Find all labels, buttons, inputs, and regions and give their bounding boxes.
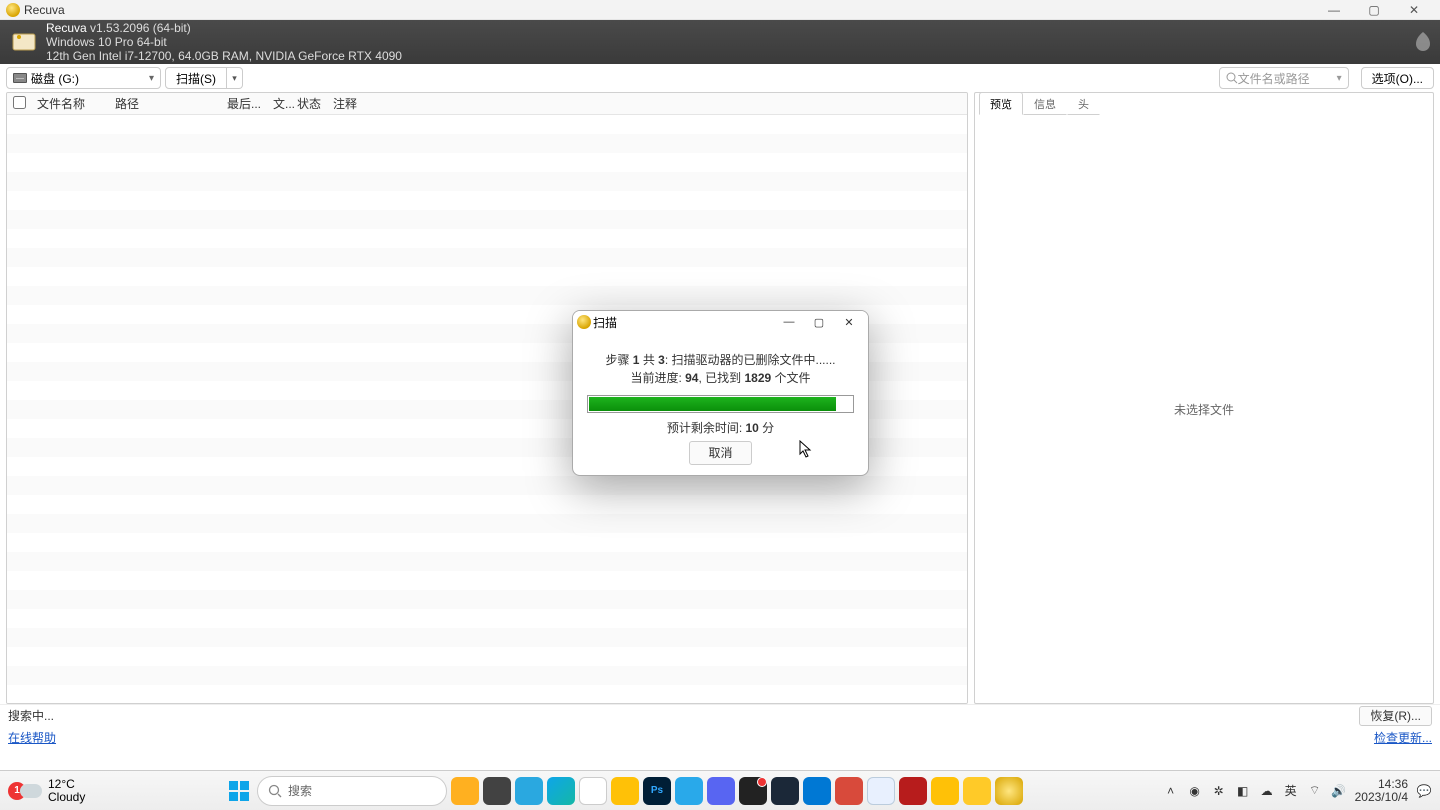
preview-empty-label: 未选择文件 (1174, 401, 1234, 418)
filter-placeholder: 文件名或路径 (1238, 70, 1310, 87)
select-all-checkbox[interactable] (13, 96, 31, 112)
window-maximize-button[interactable]: ▢ (1354, 0, 1394, 20)
weather-cond: Cloudy (48, 791, 85, 804)
window-close-button[interactable]: ✕ (1394, 0, 1434, 20)
online-help-link[interactable]: 在线帮助 (8, 729, 56, 746)
dialog-icon (577, 315, 591, 329)
check-update-link[interactable]: 检查更新... (1374, 729, 1432, 746)
brand-label: Recuva (46, 21, 87, 35)
progress-bar-fill (589, 397, 836, 411)
app-todo[interactable] (899, 777, 927, 805)
os-label: Windows 10 Pro 64-bit (46, 35, 402, 49)
dialog-titlebar: 扫描 — ▢ ✕ (573, 311, 868, 333)
col-size[interactable]: 文... (267, 95, 291, 112)
options-button[interactable]: 选项(O)... (1361, 67, 1434, 89)
start-button[interactable] (225, 777, 253, 805)
app-notes[interactable] (931, 777, 959, 805)
dialog-progress-line: 当前进度: 94, 已找到 1829 个文件 (587, 369, 854, 387)
tray-settings-icon[interactable]: ✲ (1211, 784, 1227, 798)
app-copilot[interactable] (451, 777, 479, 805)
col-path[interactable]: 路径 (109, 95, 221, 112)
bottom-links: 在线帮助 检查更新... (0, 726, 1440, 748)
scan-button[interactable]: 扫描(S) (165, 67, 227, 89)
app-chat[interactable] (515, 777, 543, 805)
drive-label: 磁盘 (G:) (31, 70, 79, 87)
app-vsc[interactable] (803, 777, 831, 805)
taskbar-search[interactable]: 搜索 (257, 776, 447, 806)
col-last[interactable]: 最后... (221, 95, 267, 112)
scan-dropdown-button[interactable]: ▾ (227, 67, 243, 89)
tab-header[interactable]: 头 (1067, 92, 1100, 115)
app-mail[interactable] (611, 777, 639, 805)
search-icon (1226, 72, 1238, 84)
chevron-down-icon: ▾ (1337, 73, 1342, 84)
status-bar: 搜索中... 恢复(R)... (0, 704, 1440, 726)
app-explorer[interactable] (963, 777, 991, 805)
tray-notifications-icon[interactable]: 💬 (1416, 784, 1432, 798)
tab-info[interactable]: 信息 (1023, 92, 1067, 115)
app-recuva[interactable] (995, 777, 1023, 805)
preview-panel: 预览 信息 头 未选择文件 (974, 92, 1434, 704)
taskbar-weather[interactable]: 1 12°C Cloudy (8, 778, 85, 804)
scan-dialog: 扫描 — ▢ ✕ 步骤 1 共 3: 扫描驱动器的已删除文件中...... 当前… (572, 310, 869, 476)
taskbar-search-placeholder: 搜索 (288, 782, 312, 799)
col-state[interactable]: 状态 (291, 95, 327, 112)
app-ps[interactable]: Ps (643, 777, 671, 805)
app-edge[interactable] (547, 777, 575, 805)
taskbar[interactable]: 1 12°C Cloudy 搜索 Ps ˄ ◉ ✲ ◧ ☁ 英 ⌔ 🔊 14:3… (0, 770, 1440, 810)
progress-bar (587, 395, 854, 413)
recuva-logo-icon (8, 26, 40, 58)
tray-wifi-icon[interactable]: ⌔ (1307, 783, 1323, 798)
preview-body: 未选择文件 (975, 115, 1433, 703)
weather-temp: 12°C (48, 778, 85, 791)
app-icon (6, 3, 20, 17)
status-text: 搜索中... (8, 707, 54, 724)
tray-volume-icon[interactable]: 🔊 (1331, 784, 1347, 798)
tray-security-icon[interactable]: ◧ (1235, 784, 1251, 798)
column-header-row: 文件名称 路径 最后... 文... 状态 注释 (7, 93, 967, 115)
drive-select[interactable]: 磁盘 (G:) ▾ (6, 67, 161, 89)
disk-icon (13, 73, 27, 83)
dialog-maximize-button[interactable]: ▢ (804, 312, 834, 332)
tray-chevron-icon[interactable]: ˄ (1163, 784, 1179, 798)
dialog-title: 扫描 (593, 314, 617, 331)
search-icon (268, 784, 282, 798)
app-files[interactable] (483, 777, 511, 805)
toolbar: 磁盘 (G:) ▾ 扫描(S) ▾ 文件名或路径 ▾ 选项(O)... (0, 64, 1440, 92)
dialog-cancel-button[interactable]: 取消 (689, 441, 751, 465)
version-label: v1.53.2096 (64-bit) (90, 21, 191, 35)
recover-button[interactable]: 恢复(R)... (1359, 706, 1432, 726)
tray-date: 2023/10/4 (1355, 791, 1408, 804)
app-steam[interactable] (771, 777, 799, 805)
tray-onedrive-icon[interactable]: ☁ (1259, 784, 1275, 798)
tray-ime-label[interactable]: 英 (1283, 782, 1299, 799)
window-minimize-button[interactable]: — (1314, 0, 1354, 20)
app-chrome[interactable] (579, 777, 607, 805)
col-name[interactable]: 文件名称 (31, 95, 109, 112)
app-discord[interactable] (707, 777, 735, 805)
filter-input[interactable]: 文件名或路径 ▾ (1219, 67, 1349, 89)
titlebar: Recuva — ▢ ✕ (0, 0, 1440, 20)
chevron-down-icon: ▾ (149, 73, 154, 84)
preview-tabs: 预览 信息 头 (975, 93, 1433, 115)
tray-clock[interactable]: 14:36 2023/10/4 (1355, 778, 1408, 804)
dialog-minimize-button[interactable]: — (774, 312, 804, 332)
app-telegram[interactable] (675, 777, 703, 805)
app-snip[interactable] (835, 777, 863, 805)
tray-time: 14:36 (1355, 778, 1408, 791)
app-obs[interactable] (739, 777, 767, 805)
dialog-close-button[interactable]: ✕ (834, 312, 864, 332)
cloud-icon (20, 784, 42, 798)
window-title: Recuva (24, 3, 1314, 17)
col-note[interactable]: 注释 (327, 95, 967, 112)
app-header: Recuva v1.53.2096 (64-bit) Windows 10 Pr… (0, 20, 1440, 64)
dialog-step-line: 步骤 1 共 3: 扫描驱动器的已删除文件中...... (587, 351, 854, 369)
tab-preview[interactable]: 预览 (979, 92, 1023, 115)
hw-label: 12th Gen Intel i7-12700, 64.0GB RAM, NVI… (46, 49, 402, 63)
piriform-logo-icon (1414, 30, 1432, 55)
system-tray[interactable]: ˄ ◉ ✲ ◧ ☁ 英 ⌔ 🔊 14:36 2023/10/4 💬 (1163, 778, 1432, 804)
app-calendar[interactable] (867, 777, 895, 805)
dialog-eta-line: 预计剩余时间: 10 分 (587, 419, 854, 437)
tray-sync-icon[interactable]: ◉ (1187, 784, 1203, 798)
